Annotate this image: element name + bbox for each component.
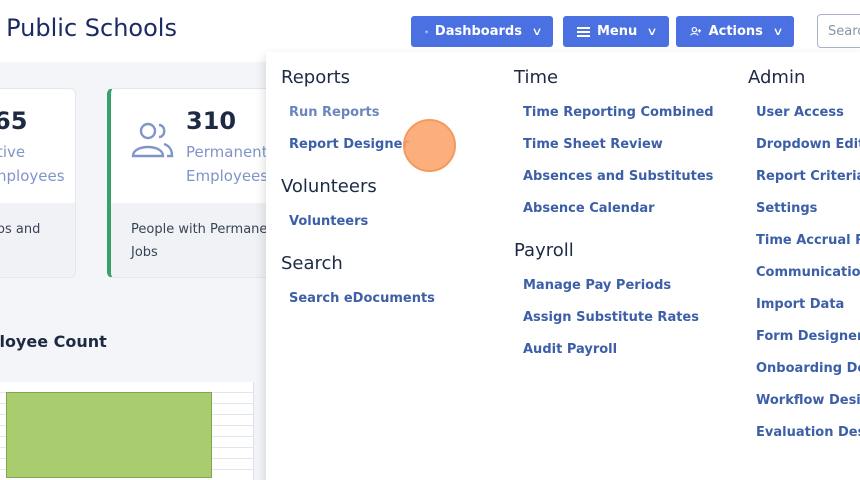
card-label-line1: tive	[0, 143, 26, 161]
click-indicator	[403, 119, 456, 172]
chevron-down-icon: ∨	[531, 25, 543, 38]
menu-item-onboarding-designer[interactable]: Onboarding Desig	[756, 361, 860, 376]
menu-item-settings[interactable]: Settings	[756, 201, 817, 216]
chart-bar	[6, 392, 212, 478]
actions-button[interactable]: Actions ∨	[676, 16, 794, 47]
group-heading-volunteers: Volunteers	[281, 176, 377, 197]
menu-item-communications[interactable]: Communications	[756, 265, 860, 280]
card-label-line2: Employees	[186, 167, 269, 185]
menu-item-assign-substitute-rates[interactable]: Assign Substitute Rates	[523, 310, 699, 325]
menu-item-form-designer[interactable]: Form Designer	[756, 329, 860, 344]
card-footer-text: People with Permanen	[131, 222, 276, 237]
pie-chart-icon	[425, 30, 428, 33]
menu-item-report-designer[interactable]: Report Designer	[289, 137, 409, 152]
people-icon	[131, 122, 174, 158]
menu-item-time-reporting-combined[interactable]: Time Reporting Combined	[523, 105, 714, 120]
hamburger-icon	[577, 26, 590, 37]
card-number: 65	[0, 107, 28, 135]
dashboards-label: Dashboards	[434, 24, 522, 39]
menu-item-time-sheet-review[interactable]: Time Sheet Review	[523, 137, 663, 152]
search-input[interactable]: Search	[817, 14, 860, 48]
menu-item-evaluation-designer[interactable]: Evaluation Design	[756, 425, 860, 440]
menu-item-volunteers[interactable]: Volunteers	[289, 214, 368, 229]
card-label-line1: Permanent	[186, 143, 268, 161]
group-heading-search: Search	[281, 253, 343, 274]
app-title[interactable]: s Public Schools	[0, 14, 177, 42]
menu-item-audit-payroll[interactable]: Audit Payroll	[523, 342, 617, 357]
menu-item-report-criteria[interactable]: Report Criteria	[756, 169, 860, 184]
group-heading-time: Time	[514, 67, 559, 88]
menu-item-workflow-designer[interactable]: Workflow Design	[756, 393, 860, 408]
group-heading-reports: Reports	[281, 67, 351, 88]
user-plus-icon	[690, 26, 702, 36]
menu-item-import-data[interactable]: Import Data	[756, 297, 844, 312]
menu-item-manage-pay-periods[interactable]: Manage Pay Periods	[523, 278, 671, 293]
dashboards-button[interactable]: Dashboards ∨	[411, 16, 553, 47]
menu-item-absence-calendar[interactable]: Absence Calendar	[523, 201, 655, 216]
chart-title: ployee Count	[0, 332, 107, 351]
card-footer-text: os and	[0, 222, 41, 237]
chevron-down-icon: ∨	[646, 25, 658, 38]
menu-item-run-reports[interactable]: Run Reports	[289, 105, 379, 120]
group-heading-payroll: Payroll	[514, 240, 574, 261]
menu-dropdown: Reports Run Reports Report Designer Volu…	[266, 52, 860, 480]
actions-label: Actions	[708, 24, 763, 39]
menu-item-dropdown-edits[interactable]: Dropdown Edits	[756, 137, 860, 152]
menu-label: Menu	[597, 24, 638, 39]
chevron-down-icon: ∨	[772, 25, 784, 38]
menu-button[interactable]: Menu ∨	[563, 16, 669, 47]
menu-item-absences-and-substitutes[interactable]: Absences and Substitutes	[523, 169, 713, 184]
menu-item-user-access[interactable]: User Access	[756, 105, 844, 120]
card-footer-text: Jobs	[131, 245, 158, 260]
menu-item-search-edocuments[interactable]: Search eDocuments	[289, 291, 435, 306]
group-heading-admin: Admin	[748, 67, 806, 88]
menu-item-time-accrual-rule[interactable]: Time Accrual Rule	[756, 233, 860, 248]
card-label-line2: nployees	[0, 167, 65, 185]
card-number: 310	[186, 107, 237, 135]
